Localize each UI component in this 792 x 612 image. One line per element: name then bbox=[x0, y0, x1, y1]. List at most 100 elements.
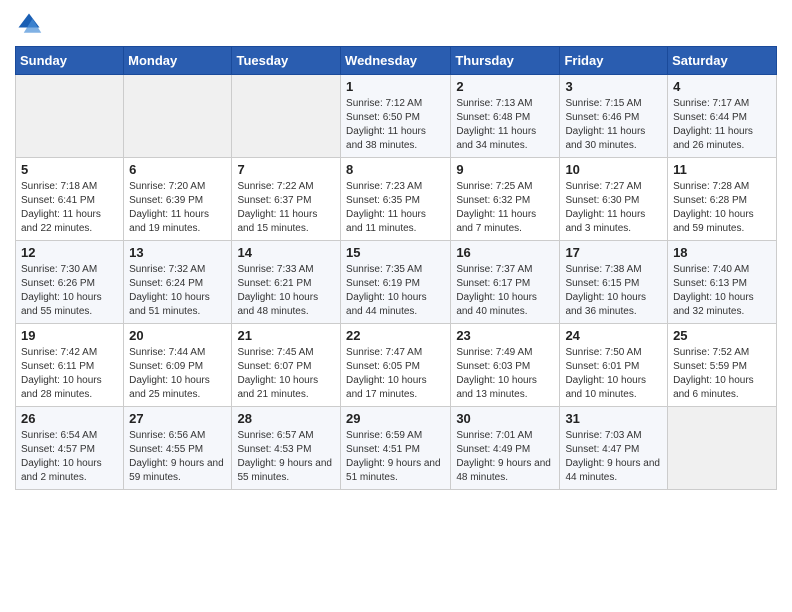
day-cell: 2 Sunrise: 7:13 AM Sunset: 6:48 PM Daylig… bbox=[451, 75, 560, 158]
day-cell: 8Sunrise: 7:23 AM Sunset: 6:35 PM Daylig… bbox=[341, 158, 451, 241]
logo bbox=[15, 10, 47, 38]
day-cell: 14Sunrise: 7:33 AM Sunset: 6:21 PM Dayli… bbox=[232, 241, 341, 324]
calendar-body: 1 Sunrise: 7:12 AM Sunset: 6:50 PM Daylig… bbox=[16, 75, 777, 490]
day-info: Sunrise: 7:15 AM Sunset: 6:46 PM Dayligh… bbox=[565, 97, 662, 153]
day-cell: 22 Sunrise: 7:47 AM Sunset: 6:05 PM Dayli… bbox=[341, 324, 451, 407]
day-number: 3 bbox=[565, 79, 662, 94]
day-number: 25 bbox=[673, 328, 771, 343]
day-cell bbox=[668, 407, 777, 490]
day-info: Sunrise: 7:42 AM Sunset: 6:11 PM Dayligh… bbox=[21, 346, 118, 402]
day-info: Sunrise: 7:20 AM Sunset: 6:39 PM Dayligh… bbox=[129, 180, 226, 236]
day-info: Sunrise: 7:12 AM Sunset: 6:50 PM Dayligh… bbox=[346, 97, 445, 153]
day-header-wednesday: Wednesday bbox=[341, 47, 451, 75]
day-cell: 11 Sunrise: 7:28 AM Sunset: 6:28 PM Dayli… bbox=[668, 158, 777, 241]
day-cell: 28 Sunrise: 6:57 AM Sunset: 4:53 PM Dayli… bbox=[232, 407, 341, 490]
day-number: 19 bbox=[21, 328, 118, 343]
day-info: Sunrise: 7:44 AM Sunset: 6:09 PM Dayligh… bbox=[129, 346, 226, 402]
page-header bbox=[15, 10, 777, 38]
calendar-header: SundayMondayTuesdayWednesdayThursdayFrid… bbox=[16, 47, 777, 75]
day-info: Sunrise: 6:56 AM Sunset: 4:55 PM Dayligh… bbox=[129, 429, 226, 485]
day-info: Sunrise: 7:32 AM Sunset: 6:24 PM Dayligh… bbox=[129, 263, 226, 319]
day-cell: 25 Sunrise: 7:52 AM Sunset: 5:59 PM Dayli… bbox=[668, 324, 777, 407]
day-cell: 12 Sunrise: 7:30 AM Sunset: 6:26 PM Dayli… bbox=[16, 241, 124, 324]
day-cell: 30 Sunrise: 7:01 AM Sunset: 4:49 PM Dayli… bbox=[451, 407, 560, 490]
day-number: 15 bbox=[346, 245, 445, 260]
day-number: 9 bbox=[456, 162, 554, 177]
day-cell: 21Sunrise: 7:45 AM Sunset: 6:07 PM Dayli… bbox=[232, 324, 341, 407]
day-cell: 16 Sunrise: 7:37 AM Sunset: 6:17 PM Dayli… bbox=[451, 241, 560, 324]
day-header-monday: Monday bbox=[124, 47, 232, 75]
week-row-3: 12 Sunrise: 7:30 AM Sunset: 6:26 PM Dayli… bbox=[16, 241, 777, 324]
day-number: 13 bbox=[129, 245, 226, 260]
day-number: 17 bbox=[565, 245, 662, 260]
day-info: Sunrise: 7:33 AM Sunset: 6:21 PM Dayligh… bbox=[237, 263, 335, 319]
day-header-sunday: Sunday bbox=[16, 47, 124, 75]
day-cell: 10 Sunrise: 7:27 AM Sunset: 6:30 PM Dayli… bbox=[560, 158, 668, 241]
day-number: 8 bbox=[346, 162, 445, 177]
week-row-5: 26 Sunrise: 6:54 AM Sunset: 4:57 PM Dayli… bbox=[16, 407, 777, 490]
day-info: Sunrise: 7:30 AM Sunset: 6:26 PM Dayligh… bbox=[21, 263, 118, 319]
day-info: Sunrise: 7:01 AM Sunset: 4:49 PM Dayligh… bbox=[456, 429, 554, 485]
day-cell: 23 Sunrise: 7:49 AM Sunset: 6:03 PM Dayli… bbox=[451, 324, 560, 407]
day-cell bbox=[232, 75, 341, 158]
day-cell: 19 Sunrise: 7:42 AM Sunset: 6:11 PM Dayli… bbox=[16, 324, 124, 407]
day-number: 28 bbox=[237, 411, 335, 426]
day-info: Sunrise: 7:13 AM Sunset: 6:48 PM Dayligh… bbox=[456, 97, 554, 153]
day-number: 2 bbox=[456, 79, 554, 94]
day-info: Sunrise: 7:49 AM Sunset: 6:03 PM Dayligh… bbox=[456, 346, 554, 402]
day-number: 16 bbox=[456, 245, 554, 260]
day-cell: 20 Sunrise: 7:44 AM Sunset: 6:09 PM Dayli… bbox=[124, 324, 232, 407]
day-info: Sunrise: 7:28 AM Sunset: 6:28 PM Dayligh… bbox=[673, 180, 771, 236]
day-cell: 18 Sunrise: 7:40 AM Sunset: 6:13 PM Dayli… bbox=[668, 241, 777, 324]
day-number: 18 bbox=[673, 245, 771, 260]
day-number: 22 bbox=[346, 328, 445, 343]
day-cell: 24 Sunrise: 7:50 AM Sunset: 6:01 PM Dayli… bbox=[560, 324, 668, 407]
day-info: Sunrise: 7:50 AM Sunset: 6:01 PM Dayligh… bbox=[565, 346, 662, 402]
day-number: 23 bbox=[456, 328, 554, 343]
day-cell: 6 Sunrise: 7:20 AM Sunset: 6:39 PM Daylig… bbox=[124, 158, 232, 241]
day-number: 11 bbox=[673, 162, 771, 177]
day-number: 20 bbox=[129, 328, 226, 343]
week-row-2: 5Sunrise: 7:18 AM Sunset: 6:41 PM Daylig… bbox=[16, 158, 777, 241]
day-headers-row: SundayMondayTuesdayWednesdayThursdayFrid… bbox=[16, 47, 777, 75]
day-number: 12 bbox=[21, 245, 118, 260]
day-cell: 27 Sunrise: 6:56 AM Sunset: 4:55 PM Dayli… bbox=[124, 407, 232, 490]
day-number: 30 bbox=[456, 411, 554, 426]
day-cell bbox=[16, 75, 124, 158]
day-info: Sunrise: 7:38 AM Sunset: 6:15 PM Dayligh… bbox=[565, 263, 662, 319]
day-cell: 9Sunrise: 7:25 AM Sunset: 6:32 PM Daylig… bbox=[451, 158, 560, 241]
day-info: Sunrise: 7:17 AM Sunset: 6:44 PM Dayligh… bbox=[673, 97, 771, 153]
logo-icon bbox=[15, 10, 43, 38]
day-cell: 31Sunrise: 7:03 AM Sunset: 4:47 PM Dayli… bbox=[560, 407, 668, 490]
day-info: Sunrise: 7:47 AM Sunset: 6:05 PM Dayligh… bbox=[346, 346, 445, 402]
day-cell: 13 Sunrise: 7:32 AM Sunset: 6:24 PM Dayli… bbox=[124, 241, 232, 324]
day-header-saturday: Saturday bbox=[668, 47, 777, 75]
day-header-thursday: Thursday bbox=[451, 47, 560, 75]
day-header-tuesday: Tuesday bbox=[232, 47, 341, 75]
day-cell: 26 Sunrise: 6:54 AM Sunset: 4:57 PM Dayli… bbox=[16, 407, 124, 490]
day-cell: 4Sunrise: 7:17 AM Sunset: 6:44 PM Daylig… bbox=[668, 75, 777, 158]
day-number: 10 bbox=[565, 162, 662, 177]
day-cell: 29Sunrise: 6:59 AM Sunset: 4:51 PM Dayli… bbox=[341, 407, 451, 490]
week-row-1: 1 Sunrise: 7:12 AM Sunset: 6:50 PM Daylig… bbox=[16, 75, 777, 158]
day-header-friday: Friday bbox=[560, 47, 668, 75]
day-number: 7 bbox=[237, 162, 335, 177]
day-cell: 7 Sunrise: 7:22 AM Sunset: 6:37 PM Daylig… bbox=[232, 158, 341, 241]
day-info: Sunrise: 7:22 AM Sunset: 6:37 PM Dayligh… bbox=[237, 180, 335, 236]
day-info: Sunrise: 7:52 AM Sunset: 5:59 PM Dayligh… bbox=[673, 346, 771, 402]
day-cell: 15Sunrise: 7:35 AM Sunset: 6:19 PM Dayli… bbox=[341, 241, 451, 324]
day-info: Sunrise: 6:54 AM Sunset: 4:57 PM Dayligh… bbox=[21, 429, 118, 485]
day-info: Sunrise: 7:37 AM Sunset: 6:17 PM Dayligh… bbox=[456, 263, 554, 319]
day-cell: 3 Sunrise: 7:15 AM Sunset: 6:46 PM Daylig… bbox=[560, 75, 668, 158]
day-info: Sunrise: 7:27 AM Sunset: 6:30 PM Dayligh… bbox=[565, 180, 662, 236]
day-info: Sunrise: 7:03 AM Sunset: 4:47 PM Dayligh… bbox=[565, 429, 662, 485]
day-info: Sunrise: 7:40 AM Sunset: 6:13 PM Dayligh… bbox=[673, 263, 771, 319]
day-number: 27 bbox=[129, 411, 226, 426]
day-info: Sunrise: 6:57 AM Sunset: 4:53 PM Dayligh… bbox=[237, 429, 335, 485]
day-number: 1 bbox=[346, 79, 445, 94]
day-number: 26 bbox=[21, 411, 118, 426]
week-row-4: 19 Sunrise: 7:42 AM Sunset: 6:11 PM Dayli… bbox=[16, 324, 777, 407]
day-number: 24 bbox=[565, 328, 662, 343]
day-number: 6 bbox=[129, 162, 226, 177]
day-number: 21 bbox=[237, 328, 335, 343]
